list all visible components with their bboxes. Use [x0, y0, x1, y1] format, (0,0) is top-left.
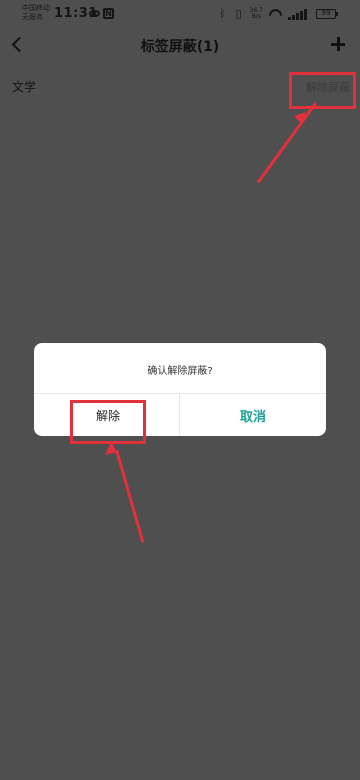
annotation-box-unblock: [289, 72, 356, 109]
status-icons: ᛒ ▯ 36.7 B/s 99: [218, 6, 338, 22]
eye-icon: [89, 10, 100, 17]
nfc-icon: N: [103, 8, 114, 19]
carrier-name: 中国移动: [22, 4, 50, 12]
battery-icon: 99: [316, 9, 338, 19]
signal-icon: [288, 8, 310, 20]
annotation-arrow-bottom: [115, 449, 145, 543]
vibrate-icon: ▯: [235, 7, 242, 20]
plus-icon[interactable]: [331, 37, 345, 51]
bluetooth-icon: ᛒ: [219, 7, 226, 20]
cancel-button[interactable]: 取消: [180, 394, 326, 436]
status-bar: 中国移动 无服务 11:31 N ᛒ ▯ 36.7 B/s 99: [0, 0, 360, 28]
annotation-arrowhead-top: [294, 112, 306, 124]
annotation-arrowhead-bottom: [105, 442, 117, 455]
network-speed: 36.7 B/s: [249, 7, 263, 20]
carrier-service: 无服务: [22, 13, 43, 21]
dialog-message: 确认解除屏蔽?: [147, 366, 213, 377]
wifi-icon: [269, 9, 282, 19]
annotation-box-confirm: [70, 400, 146, 444]
carrier-info: 中国移动 无服务: [22, 4, 50, 22]
header: 标签屏蔽(1): [0, 30, 360, 62]
tag-name: 文学: [12, 80, 37, 94]
page-title: 标签屏蔽(1): [140, 39, 220, 55]
